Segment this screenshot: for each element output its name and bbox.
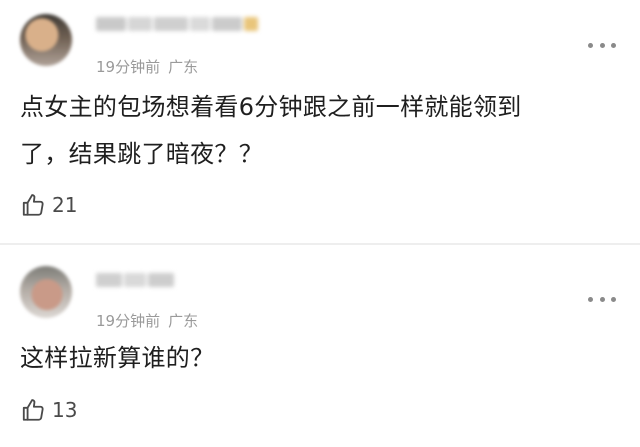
comment-meta: 19分钟前 广东 bbox=[96, 56, 198, 77]
more-dots-icon bbox=[588, 296, 593, 302]
comment-text-line: 点女主的包场想着看6分钟跟之前一样就能领到 bbox=[20, 93, 522, 121]
comment-text-line: 这样拉新算谁的？ bbox=[20, 344, 215, 372]
comment-text: 点女主的包场想着看6分钟跟之前一样就能领到 了，结果跳了暗夜？？ bbox=[20, 84, 624, 178]
thumbs-up-icon bbox=[22, 194, 44, 216]
divider bbox=[0, 243, 640, 245]
like-count: 21 bbox=[52, 193, 78, 217]
thumbs-up-icon bbox=[22, 399, 44, 421]
comment-text-line: 了，结果跳了暗夜？？ bbox=[20, 140, 263, 168]
comment-item: 19分钟前 广东 这样拉新算谁的？ 13 bbox=[0, 246, 640, 447]
avatar[interactable] bbox=[20, 266, 72, 318]
avatar[interactable] bbox=[20, 14, 72, 66]
like-count: 13 bbox=[52, 398, 78, 422]
more-dots-icon bbox=[588, 42, 593, 48]
username-blurred[interactable] bbox=[96, 12, 286, 36]
more-options-button[interactable] bbox=[588, 294, 616, 304]
comment-text: 这样拉新算谁的？ bbox=[20, 335, 624, 382]
like-button[interactable]: 13 bbox=[20, 397, 77, 423]
comment-item: 19分钟前 广东 点女主的包场想着看6分钟跟之前一样就能领到 了，结果跳了暗夜？？… bbox=[0, 0, 640, 240]
comment-location: 广东 bbox=[168, 312, 199, 330]
more-options-button[interactable] bbox=[588, 40, 616, 50]
username-blurred[interactable] bbox=[96, 268, 178, 292]
comment-time: 19分钟前 bbox=[96, 58, 161, 76]
comment-meta: 19分钟前 广东 bbox=[96, 310, 198, 331]
like-button[interactable]: 21 bbox=[20, 192, 77, 218]
comment-time: 19分钟前 bbox=[96, 312, 161, 330]
comment-location: 广东 bbox=[168, 58, 199, 76]
